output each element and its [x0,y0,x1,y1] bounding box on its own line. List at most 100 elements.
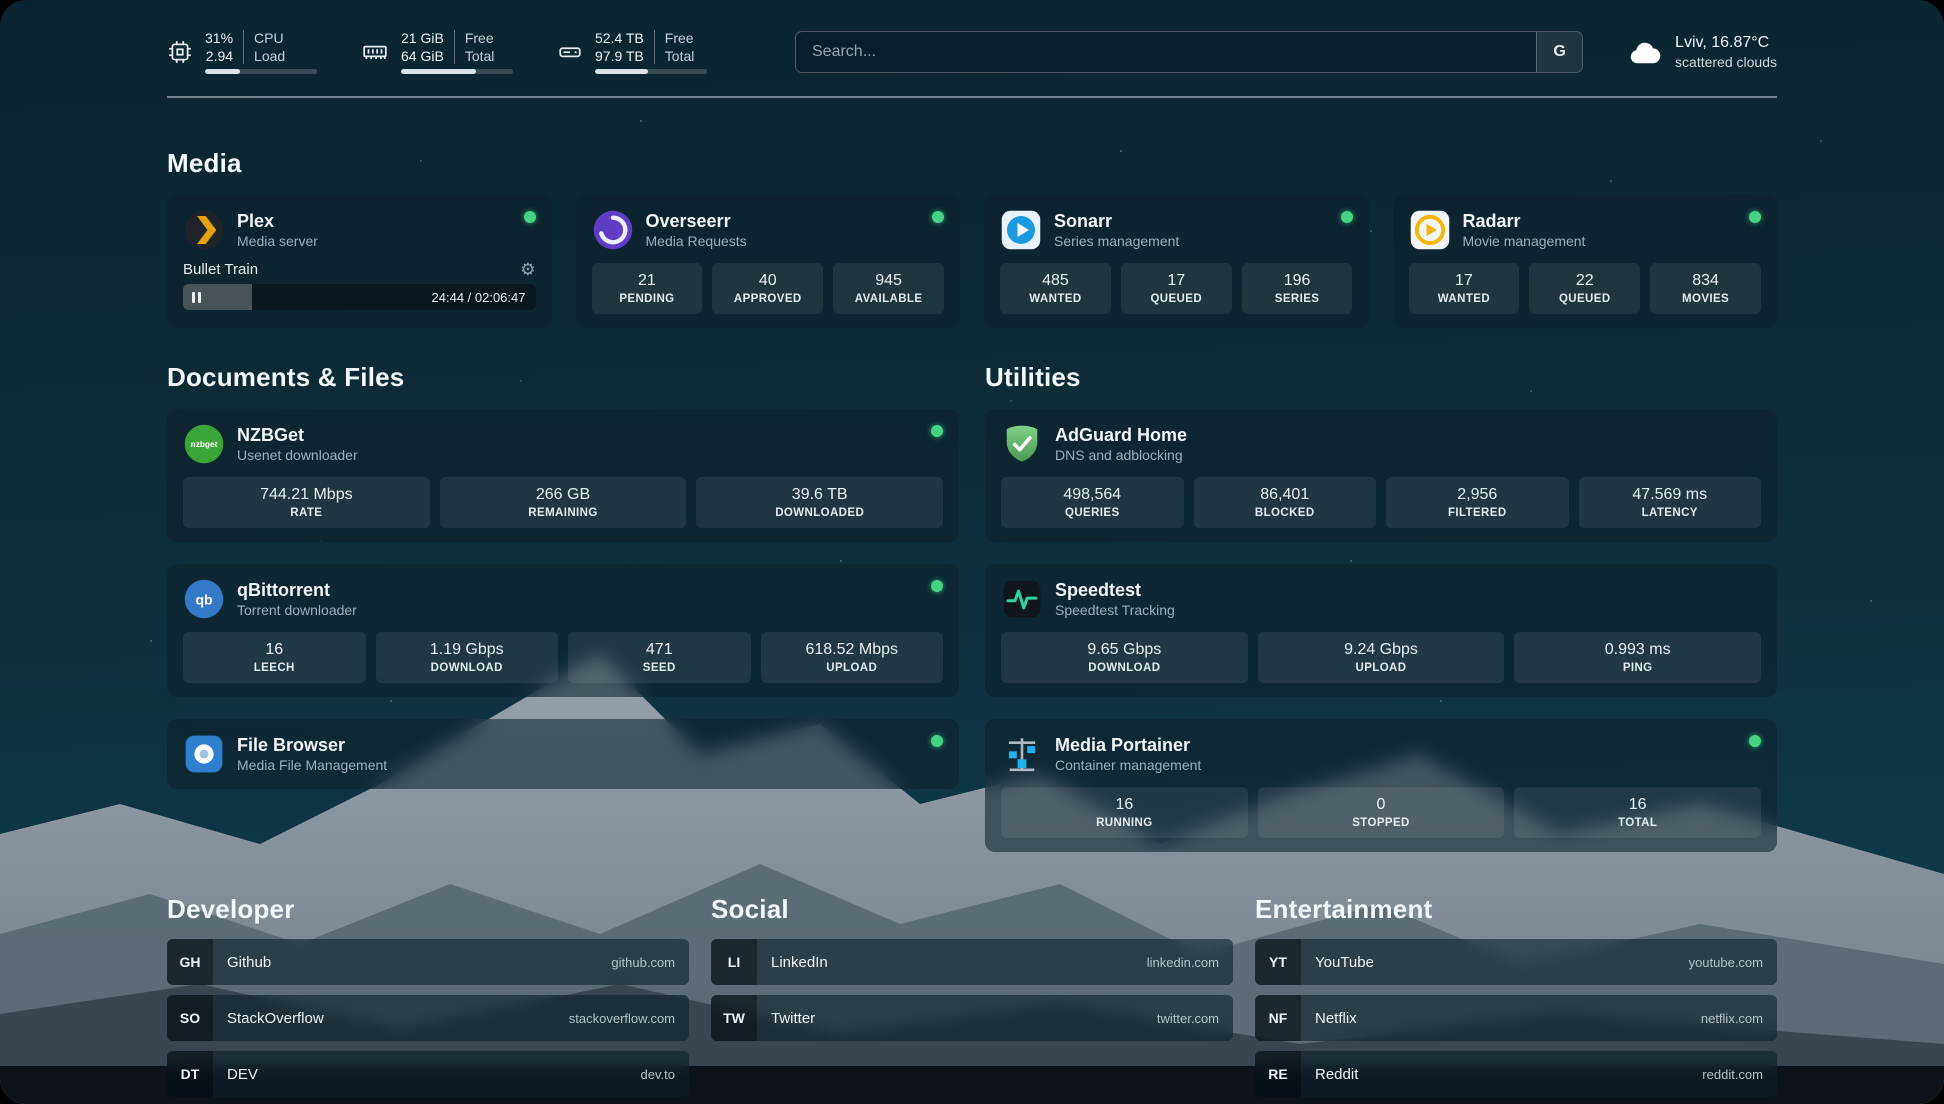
filebrowser-icon [183,733,225,775]
service-description: Container management [1055,757,1201,773]
plex-now-playing: Bullet Train ⚙ 24:44 / 02:06:47 [183,261,536,310]
cpu-progress-fill [205,69,240,74]
search-bar: G [795,31,1583,73]
memory-free-value: 21 GiB [401,30,444,46]
cpu-percent-value: 31% [205,30,233,46]
search-input[interactable] [796,32,1536,72]
section-title-developer: Developer [167,894,689,925]
service-card-nzbget[interactable]: nzbget NZBGet Usenet downloader 744.21 M… [167,409,959,542]
disk-progress-fill [595,69,648,74]
stat-wanted: 485 WANTED [1000,263,1111,314]
portainer-icon [1001,733,1043,775]
stats-row: 16 RUNNING 0 STOPPED 16 TOTAL [1001,787,1761,838]
bookmark-stackoverflow[interactable]: SO StackOverflow stackoverflow.com [167,995,689,1041]
service-description: DNS and adblocking [1055,447,1187,463]
service-card-overseerr[interactable]: Overseerr Media Requests 21 PENDING 40 A… [576,195,961,328]
stat-upload: 618.52 Mbps UPLOAD [761,632,944,683]
disk-free-value: 52.4 TB [595,30,644,46]
svg-text:nzbget: nzbget [191,439,218,449]
stat-total: 16 TOTAL [1514,787,1761,838]
utilities-column: Utilities [985,362,1777,852]
service-card-adguard[interactable]: AdGuard Home DNS and adblocking 498,564 … [985,409,1777,542]
pause-button[interactable] [192,292,201,303]
stats-row: 16 LEECH 1.19 Gbps DOWNLOAD 471 SEED [183,632,943,683]
service-description: Movie management [1463,233,1586,249]
bookmark-netflix[interactable]: NF Netflix netflix.com [1255,995,1777,1041]
stat-ping: 0.993 ms PING [1514,632,1761,683]
service-description: Usenet downloader [237,447,358,463]
status-dot [1749,735,1761,747]
service-description: Media Requests [646,233,747,249]
bookmark-github[interactable]: GH Github github.com [167,939,689,985]
stats-row: 17 WANTED 22 QUEUED 834 MOVIES [1409,263,1762,314]
stats-row: 498,564 QUERIES 86,401 BLOCKED 2,956 FIL… [1001,477,1761,528]
bookmark-reddit[interactable]: RE Reddit reddit.com [1255,1051,1777,1097]
netflix-icon: NF [1255,995,1301,1041]
overseerr-icon [592,209,634,251]
stats-row: 485 WANTED 17 QUEUED 196 SERIES [1000,263,1353,314]
stat-upload: 9.24 Gbps UPLOAD [1258,632,1505,683]
youtube-icon: YT [1255,939,1301,985]
divider [454,30,455,64]
status-dot [1749,211,1761,223]
service-description: Media server [237,233,318,249]
twitter-icon: TW [711,995,757,1041]
weather-condition: scattered clouds [1675,54,1777,70]
status-dot [524,211,536,223]
service-card-speedtest[interactable]: Speedtest Speedtest Tracking 9.65 Gbps D… [985,564,1777,697]
section-title-documents: Documents & Files [167,362,959,393]
bookmark-group-social: Social LI LinkedIn linkedin.com TW Twitt… [711,894,1233,1104]
bookmark-twitter[interactable]: TW Twitter twitter.com [711,995,1233,1041]
speedtest-icon [1001,578,1043,620]
sonarr-icon [1000,209,1042,251]
stat-rate: 744.21 Mbps RATE [183,477,430,528]
stat-wanted: 17 WANTED [1409,263,1520,314]
nzbget-icon: nzbget [183,423,225,465]
memory-progress-track [401,69,513,74]
stat-downloaded: 39.6 TB DOWNLOADED [696,477,943,528]
cpu-progress-track [205,69,317,74]
status-dot [931,425,943,437]
bookmark-youtube[interactable]: YT YouTube youtube.com [1255,939,1777,985]
service-name: NZBGet [237,425,358,445]
service-name: qBittorrent [237,580,357,600]
stat-queued: 17 QUEUED [1121,263,1232,314]
service-card-portainer[interactable]: Media Portainer Container management 16 … [985,719,1777,852]
service-card-filebrowser[interactable]: File Browser Media File Management [167,719,959,789]
service-name: File Browser [237,735,387,755]
stat-stopped: 0 STOPPED [1258,787,1505,838]
stats-row: 9.65 Gbps DOWNLOAD 9.24 Gbps UPLOAD 0.99… [1001,632,1761,683]
memory-progress-fill [401,69,476,74]
stat-leech: 16 LEECH [183,632,366,683]
service-description: Series management [1054,233,1179,249]
playback-time: 24:44 / 02:06:47 [432,290,526,305]
playback-progress-bar[interactable]: 24:44 / 02:06:47 [183,284,536,310]
service-name: Media Portainer [1055,735,1201,755]
disk-total-value: 97.9 TB [595,48,644,64]
cpu-widget: 31% 2.94 CPU Load [167,30,317,74]
settings-gear-icon[interactable]: ⚙ [520,262,535,278]
service-card-sonarr[interactable]: Sonarr Series management 485 WANTED 17 Q… [984,195,1369,328]
bookmark-group-developer: Developer GH Github github.com SO StackO… [167,894,689,1104]
stat-approved: 40 APPROVED [712,263,823,314]
stat-queries: 498,564 QUERIES [1001,477,1184,528]
service-card-plex[interactable]: Plex Media server Bullet Train ⚙ 24:44 /… [167,195,552,328]
service-name: Plex [237,211,318,231]
service-card-radarr[interactable]: Radarr Movie management 17 WANTED 22 QUE… [1393,195,1778,328]
github-icon: GH [167,939,213,985]
reddit-icon: RE [1255,1051,1301,1097]
bookmark-linkedin[interactable]: LI LinkedIn linkedin.com [711,939,1233,985]
service-card-qbittorrent[interactable]: qb qBittorrent Torrent downloader 16 LEE… [167,564,959,697]
stats-row: 21 PENDING 40 APPROVED 945 AVAILABLE [592,263,945,314]
dashboard-window: 31% 2.94 CPU Load [0,0,1944,1104]
top-bar: 31% 2.94 CPU Load [167,30,1777,74]
status-dot [931,580,943,592]
service-name: Radarr [1463,211,1586,231]
radarr-icon [1409,209,1451,251]
stat-available: 945 AVAILABLE [833,263,944,314]
stats-row: 744.21 Mbps RATE 266 GB REMAINING 39.6 T… [183,477,943,528]
memory-free-label: Free [465,30,495,46]
bookmark-dev[interactable]: DT DEV dev.to [167,1051,689,1097]
search-provider-button[interactable]: G [1536,32,1582,72]
disk-free-label: Free [665,30,695,46]
